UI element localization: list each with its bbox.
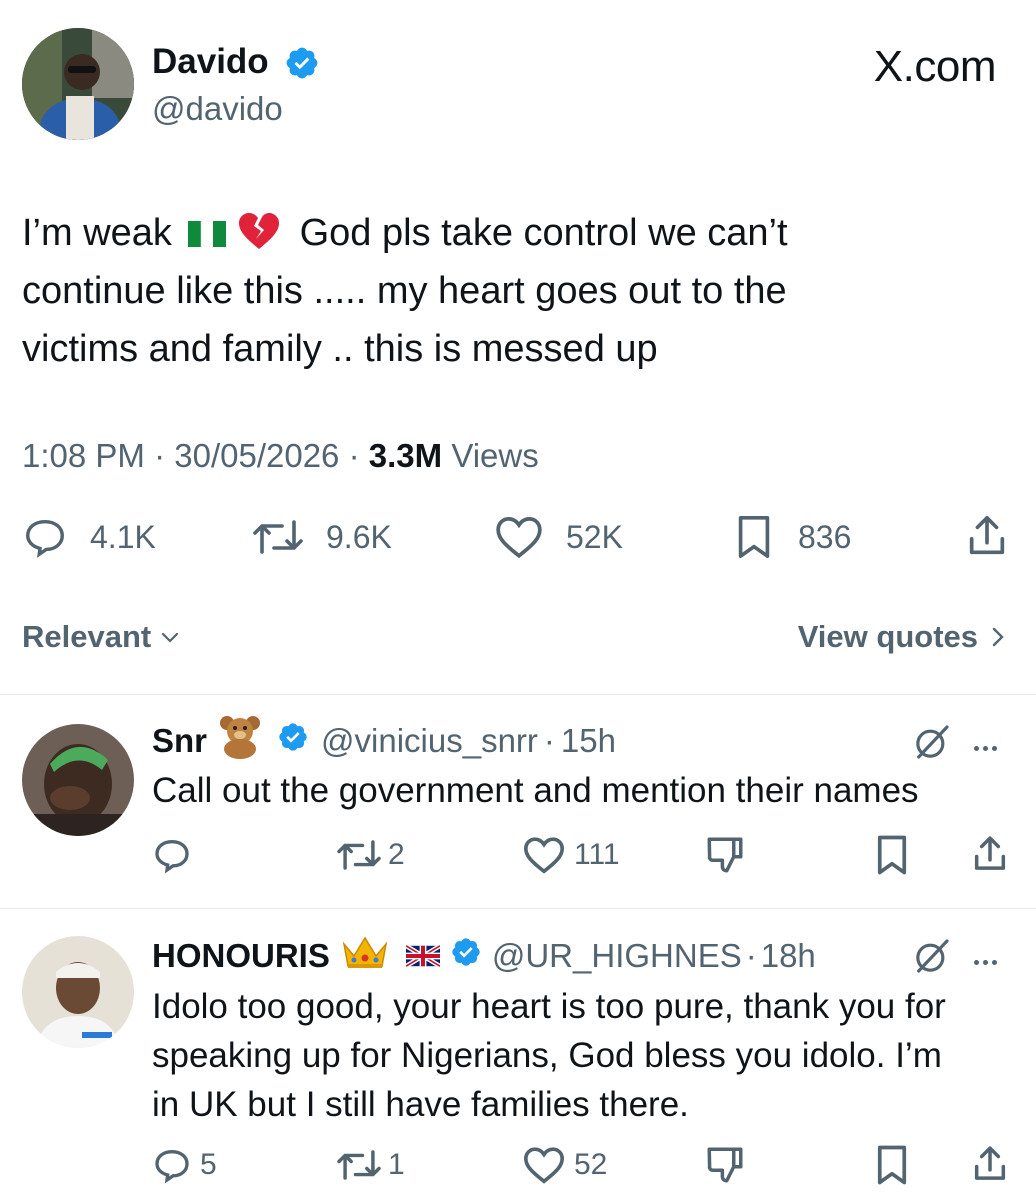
nigeria-flag-icon <box>188 206 227 248</box>
divider <box>0 694 1036 695</box>
view-quotes-label: View quotes <box>797 619 978 654</box>
reply-text-line: speaking up for Nigerians, God bless you… <box>152 1036 942 1075</box>
bookmark-icon <box>734 514 774 560</box>
reply-repost-button[interactable]: 2 <box>336 834 405 876</box>
share-icon[interactable] <box>970 1142 1010 1186</box>
reply-time[interactable]: 18h <box>761 937 816 975</box>
reply-text-line: in UK but I still have families there. <box>152 1085 689 1124</box>
reply-text: Call out the government and mention thei… <box>152 771 919 810</box>
bookmark-icon[interactable] <box>874 834 910 876</box>
reply-icon <box>22 514 68 560</box>
dislike-icon[interactable] <box>704 834 746 876</box>
crown-icon <box>340 932 390 980</box>
grok-icon[interactable] <box>912 936 952 976</box>
tweet-time[interactable]: 1:08 PM <box>22 437 145 474</box>
reply-header: HONOURIS @UR_HIGHNES · 18h <box>152 934 816 978</box>
reply-like-button[interactable]: 111 <box>522 834 620 876</box>
heart-icon <box>522 835 566 875</box>
reply-reply-button[interactable]: 5 <box>152 1144 217 1186</box>
reply-repost-count: 1 <box>388 1148 405 1181</box>
reply-reply-button[interactable] <box>152 834 200 876</box>
author-avatar[interactable] <box>22 28 134 140</box>
teddy-bear-icon <box>217 715 263 767</box>
broken-heart-icon <box>237 210 281 250</box>
reply-like-count: 111 <box>574 838 620 871</box>
dislike-icon[interactable] <box>704 1144 746 1186</box>
reply-like-count: 52 <box>574 1148 608 1181</box>
reply-icon <box>152 835 192 875</box>
reply-author-handle[interactable]: @vinicius_snrr <box>321 722 538 760</box>
sort-label: Relevant <box>22 619 152 654</box>
share-button[interactable] <box>964 512 1010 560</box>
meta-separator: · <box>745 937 757 974</box>
reply-repost-button[interactable]: 1 <box>336 1144 405 1186</box>
reply-avatar[interactable] <box>22 936 134 1048</box>
share-icon[interactable] <box>970 832 1010 876</box>
reply-icon <box>152 1145 192 1185</box>
tweet-text-line-2: continue like this ..... my heart goes o… <box>22 270 787 312</box>
reply-like-button[interactable]: 52 <box>522 1144 607 1186</box>
bookmark-button[interactable]: 836 <box>734 514 851 560</box>
reply-text: Idolo too good, your heart is too pure, … <box>152 982 946 1129</box>
repost-count: 9.6K <box>326 518 392 555</box>
views-count: 3.3M <box>368 437 443 474</box>
more-options-icon[interactable] <box>972 738 999 756</box>
divider <box>0 908 1036 909</box>
meta-separator: · <box>543 722 555 759</box>
bookmark-icon[interactable] <box>874 1144 910 1186</box>
reply-count: 4.1K <box>90 518 156 555</box>
grok-icon[interactable] <box>912 722 952 762</box>
author-handle[interactable]: @davido <box>152 90 283 128</box>
reply-text-line: Idolo too good, your heart is too pure, … <box>152 987 946 1026</box>
repost-icon <box>336 835 382 875</box>
verified-badge-icon <box>450 936 482 976</box>
heart-icon <box>494 514 544 560</box>
reply-reply-count: 5 <box>200 1148 217 1181</box>
reply-author-name[interactable]: HONOURIS <box>152 937 330 975</box>
x-com-logo: X.com <box>873 42 997 91</box>
tweet-text-line-1-start: I’m weak <box>22 212 172 254</box>
reply-repost-count: 2 <box>388 838 405 871</box>
meta-separator: · <box>154 437 166 474</box>
bookmark-count: 836 <box>798 518 852 555</box>
more-options-icon[interactable] <box>972 952 999 970</box>
tweet-text-line-3: victims and family .. this is messed up <box>22 328 658 370</box>
verified-badge-icon <box>277 721 309 761</box>
chevron-down-icon <box>159 626 181 648</box>
views-label: Views <box>451 437 539 474</box>
view-quotes-link[interactable]: View quotes <box>798 618 1006 656</box>
verified-badge-icon <box>284 45 320 86</box>
repost-button[interactable]: 9.6K <box>252 514 392 560</box>
reply-header: Snr @vinicius_snrr · 15h <box>152 716 616 762</box>
share-icon <box>964 512 1010 560</box>
tweet-date[interactable]: 30/05/2026 <box>174 437 339 474</box>
uk-flag-icon <box>404 937 442 975</box>
heart-icon <box>522 1145 566 1185</box>
repost-icon <box>336 1145 382 1185</box>
reply-avatar[interactable] <box>22 724 134 836</box>
tweet-text-line-1-end: God pls take control we can’t <box>299 212 788 254</box>
repost-icon <box>252 514 304 560</box>
reply-author-handle[interactable]: @UR_HIGHNES <box>492 937 742 975</box>
author-name[interactable]: Davido <box>152 42 269 82</box>
reply-author-name[interactable]: Snr <box>152 722 207 760</box>
reply-time[interactable]: 15h <box>561 722 616 760</box>
reply-button[interactable]: 4.1K <box>22 514 156 560</box>
tweet-text: I’m weak God pls take control we can’t c… <box>22 204 1012 378</box>
like-button[interactable]: 52K <box>494 514 623 560</box>
tweet-meta: 1:08 PM · 30/05/2026 · 3.3M Views <box>22 436 539 476</box>
like-count: 52K <box>566 518 623 555</box>
chevron-right-icon <box>990 625 1006 649</box>
meta-separator: · <box>348 437 360 474</box>
sort-dropdown[interactable]: Relevant <box>22 618 181 656</box>
